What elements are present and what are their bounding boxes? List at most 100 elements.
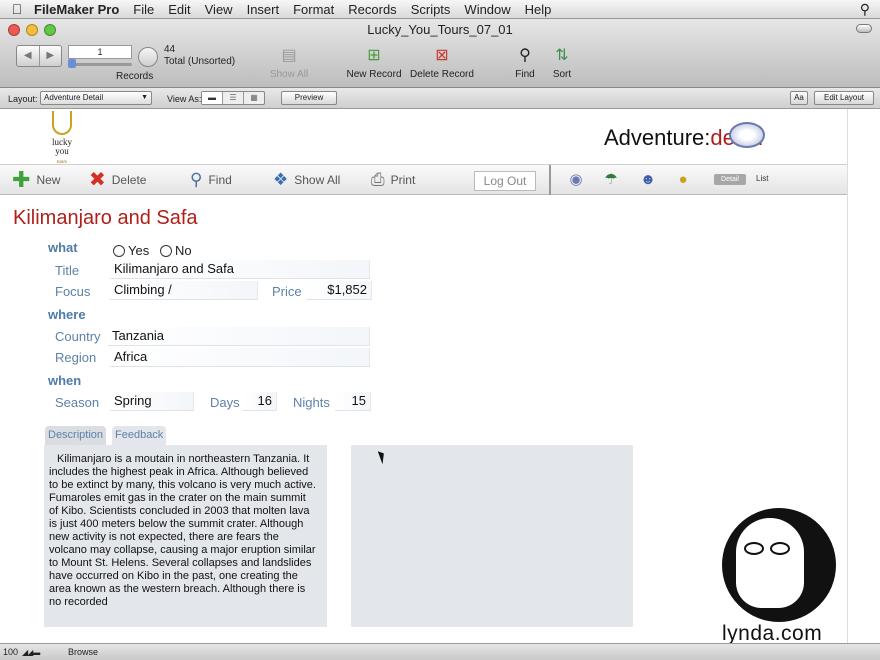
logo-line-2: you <box>55 146 69 156</box>
record-number-field[interactable]: 1 <box>68 45 132 59</box>
country-label: Country <box>55 329 101 344</box>
view-as-table-icon[interactable]: ▦ <box>244 92 264 104</box>
detail-view-button[interactable]: Detail <box>714 174 746 185</box>
chevron-down-icon: ▼ <box>141 94 148 101</box>
edit-layout-button[interactable]: Edit Layout <box>814 91 874 105</box>
compass-nav-icon[interactable]: ◉ <box>566 171 586 189</box>
view-as-list-icon[interactable]: ☰ <box>223 92 244 104</box>
find-action-label: Find <box>208 173 232 187</box>
lucky-you-logo: lucky you tours <box>42 111 82 167</box>
vertical-scrollbar[interactable] <box>847 109 880 643</box>
preview-button[interactable]: Preview <box>281 91 337 105</box>
apple-icon[interactable]:  <box>0 1 34 17</box>
record-pie-icon <box>138 47 158 67</box>
price-field[interactable]: $1,852 <box>306 281 372 300</box>
region-field[interactable]: Africa <box>110 348 370 367</box>
menu-scripts[interactable]: Scripts <box>411 2 451 17</box>
horseshoe-icon <box>52 111 72 135</box>
find-button[interactable]: ⚲ Find <box>512 45 538 80</box>
zoom-level[interactable]: 100 <box>3 647 18 657</box>
days-field[interactable]: 16 <box>243 392 277 411</box>
radio-yes-circle <box>113 244 125 257</box>
show-all-action-label: Show All <box>294 173 341 187</box>
record-slider[interactable] <box>68 63 132 66</box>
text-formatting-button[interactable]: Aa <box>790 91 808 105</box>
umbrella-icon[interactable]: ☂ <box>601 171 621 189</box>
radio-yes[interactable]: Yes <box>113 243 149 258</box>
menu-window[interactable]: Window <box>464 2 510 17</box>
people-icon[interactable]: ☻ <box>638 171 658 189</box>
show-all-action-button[interactable]: ❖ Show All <box>273 171 341 188</box>
new-button[interactable]: ✚ New <box>12 169 60 191</box>
next-record-icon[interactable]: ▶ <box>38 46 62 66</box>
price-label: Price <box>272 284 302 299</box>
print-button-label: Print <box>390 173 416 187</box>
menu-app-name[interactable]: FileMaker Pro <box>34 2 119 17</box>
menu-edit[interactable]: Edit <box>168 2 190 17</box>
feedback-panel <box>351 445 633 627</box>
description-text[interactable]: Kilimanjaro is a moutain in northeastern… <box>44 445 327 627</box>
new-record-button[interactable]: ⊞ New Record <box>346 45 402 80</box>
season-field[interactable]: Spring <box>110 392 194 411</box>
new-record-icon: ⊞ <box>367 47 381 64</box>
mode-indicator[interactable]: Browse <box>68 647 98 657</box>
toolbar-toggle-button[interactable] <box>856 24 872 33</box>
sort-button[interactable]: ⇅ Sort <box>549 45 575 80</box>
print-button[interactable]: ⎙ Print <box>371 170 416 189</box>
view-as-switch: ▬ ☰ ▦ <box>201 91 265 105</box>
view-as-label: View As: <box>167 94 202 104</box>
previous-record-icon[interactable]: ◀ <box>17 46 39 66</box>
delete-button[interactable]: ✖ Delete <box>89 170 147 190</box>
focus-label: Focus <box>55 284 91 299</box>
menu-view[interactable]: View <box>205 2 233 17</box>
delete-button-label: Delete <box>111 173 147 187</box>
status-bar: 100 ◢◢▬ Browse <box>0 643 880 660</box>
record-slider-handle[interactable] <box>68 59 76 68</box>
menu-bar:  FileMaker Pro File Edit View Insert Fo… <box>0 0 880 19</box>
nights-label: Nights <box>293 395 330 410</box>
layout-bar: Layout: Adventure Detail ▼ View As: ▬ ☰ … <box>0 88 880 109</box>
layout-header: lucky you tours Adventure:detail <box>0 109 847 165</box>
view-as-form-icon[interactable]: ▬ <box>202 92 223 104</box>
record-navigation: ◀ ▶ <box>16 45 62 67</box>
focus-field[interactable]: Climbing / <box>110 281 258 300</box>
record-status: Total (Unsorted) <box>164 56 236 67</box>
layout-select-value: Adventure Detail <box>44 93 104 102</box>
nights-field[interactable]: 15 <box>335 392 371 411</box>
compass-icon <box>729 122 765 148</box>
find-action-button[interactable]: ⚲ Find <box>190 171 232 188</box>
layout-label: Layout: <box>8 94 38 104</box>
menu-help[interactable]: Help <box>525 2 552 17</box>
window-toolbar: Lucky_You_Tours_07_01 ◀ ▶ 1 44 Total (Un… <box>0 19 880 88</box>
footprints-icon[interactable]: ● <box>673 171 693 189</box>
zoom-controls-icon[interactable]: ◢◢▬ <box>22 648 40 657</box>
window-title: Lucky_You_Tours_07_01 <box>367 22 513 37</box>
menu-format[interactable]: Format <box>293 2 334 17</box>
layout-select[interactable]: Adventure Detail ▼ <box>40 91 152 105</box>
delete-record-button[interactable]: ⊠ Delete Record <box>409 45 475 80</box>
tab-description[interactable]: Description <box>45 426 107 445</box>
tab-feedback[interactable]: Feedback <box>112 426 167 445</box>
layout-title-prefix: Adventure: <box>604 125 711 150</box>
show-all-icon: ▤ <box>281 47 297 64</box>
menu-records[interactable]: Records <box>348 2 396 17</box>
record-count: 44 <box>164 44 176 55</box>
title-field[interactable]: Kilimanjaro and Safa <box>110 260 370 279</box>
find-label: Find <box>515 69 535 80</box>
days-label: Days <box>210 395 240 410</box>
record-heading: Kilimanjaro and Safa <box>13 207 198 229</box>
menu-file[interactable]: File <box>133 2 154 17</box>
country-field[interactable]: Tanzania <box>108 327 370 346</box>
section-what: what <box>48 240 78 255</box>
radio-no[interactable]: No <box>160 243 192 258</box>
show-all-button[interactable]: ▤ Show All <box>268 45 310 80</box>
radio-no-circle <box>160 244 172 257</box>
printer-icon: ⎙ <box>371 170 385 189</box>
logout-button[interactable]: Log Out <box>474 171 536 191</box>
spotlight-search-icon[interactable]: ⚲ <box>860 1 870 18</box>
menu-insert[interactable]: Insert <box>247 2 280 17</box>
list-view-button[interactable]: List <box>756 174 768 183</box>
sort-icon: ⇅ <box>555 47 569 64</box>
delete-record-label: Delete Record <box>410 69 474 80</box>
region-label: Region <box>55 350 97 365</box>
